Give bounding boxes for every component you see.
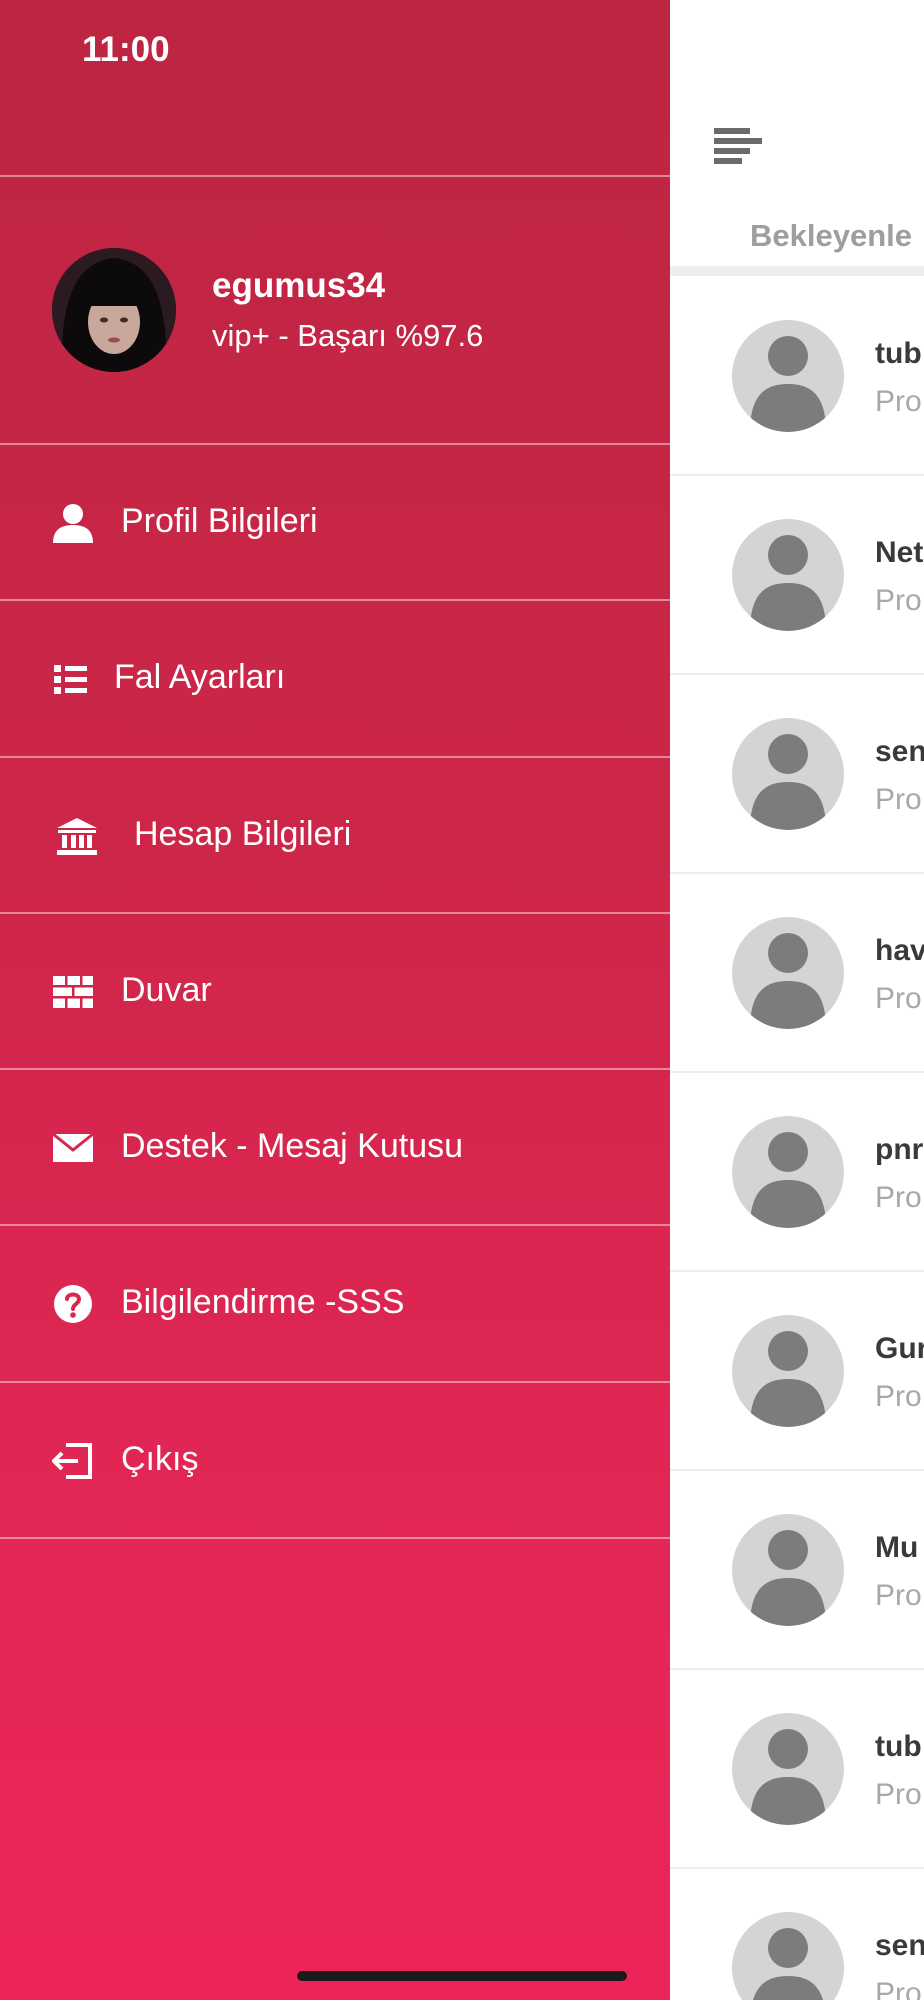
avatar-placeholder-icon	[732, 1315, 844, 1427]
list-item-subtitle: Pro	[875, 1380, 922, 1413]
list-item-subtitle: Pro	[875, 584, 922, 617]
status-bar-time: 11:00	[82, 30, 170, 69]
list-item-subtitle: Pro	[875, 1977, 922, 2000]
list-item[interactable]: tub Pro	[670, 277, 924, 476]
list-item-name: Net	[875, 536, 924, 569]
avatar-placeholder-icon	[732, 1713, 844, 1825]
avatar-placeholder-icon	[732, 917, 844, 1029]
avatar-placeholder-icon	[732, 1912, 844, 2000]
avatar-placeholder-icon	[732, 320, 844, 432]
hamburger-menu-icon[interactable]	[714, 128, 762, 166]
menu-item-info-faq[interactable]: Bilgilendirme -SSS	[0, 1226, 670, 1381]
divider	[0, 175, 670, 177]
tab-waiting[interactable]: Bekleyenle	[750, 218, 912, 254]
list-item[interactable]: sen Pro	[670, 1869, 924, 2000]
profile-status: vip+ - Başarı %97.6	[212, 318, 484, 353]
list-item[interactable]: sen Pro	[670, 675, 924, 874]
avatar-placeholder-icon	[732, 1116, 844, 1228]
menu-item-label: Bilgilendirme -SSS	[121, 1283, 405, 1321]
list-item[interactable]: Mu Pro	[670, 1471, 924, 1670]
list-item-name: Gur	[875, 1332, 924, 1365]
bank-icon	[56, 816, 98, 856]
list-item-subtitle: Pro	[875, 1181, 922, 1214]
menu-item-label: Çıkış	[121, 1440, 199, 1478]
divider	[0, 1537, 670, 1539]
list-item-subtitle: Pro	[875, 982, 922, 1015]
list-item[interactable]: Net Pro	[670, 476, 924, 675]
list-item-name: pnr	[875, 1133, 924, 1166]
menu-item-label: Destek - Mesaj Kutusu	[121, 1127, 464, 1165]
menu-item-label: Fal Ayarları	[114, 658, 286, 696]
sign-out-icon	[52, 1441, 94, 1481]
tab-underline	[670, 266, 924, 276]
menu-item-fortune-settings[interactable]: Fal Ayarları	[0, 601, 670, 756]
menu-item-wall[interactable]: Duvar	[0, 914, 670, 1069]
menu-item-label: Duvar	[121, 971, 212, 1009]
avatar-placeholder-icon	[732, 718, 844, 830]
list-item[interactable]: Gur Pro	[670, 1272, 924, 1471]
menu-item-account[interactable]: Hesap Bilgileri	[0, 758, 670, 913]
list-item-name: tub	[875, 337, 922, 370]
main-content: Bekleyenle tub Pro Net Pro sen Pro hav P…	[670, 0, 924, 2000]
envelope-icon	[52, 1128, 94, 1168]
list-item-name: tub	[875, 1730, 922, 1763]
profile-avatar[interactable]	[52, 248, 176, 372]
avatar-placeholder-icon	[732, 1514, 844, 1626]
list-item-name: sen	[875, 735, 924, 768]
app-screen: Bekleyenle tub Pro Net Pro sen Pro hav P…	[0, 0, 924, 2000]
list-item-subtitle: Pro	[875, 783, 922, 816]
list-item-name: sen	[875, 1929, 924, 1962]
user-icon	[52, 503, 94, 543]
menu-item-support-inbox[interactable]: Destek - Mesaj Kutusu	[0, 1070, 670, 1225]
profile-username: egumus34	[212, 266, 386, 305]
list-item-subtitle: Pro	[875, 1579, 922, 1612]
menu-item-profile[interactable]: Profil Bilgileri	[0, 445, 670, 600]
list-item-name: hav	[875, 934, 924, 967]
list-item[interactable]: pnr Pro	[670, 1073, 924, 1272]
menu-item-label: Hesap Bilgileri	[134, 815, 352, 853]
list-item-subtitle: Pro	[875, 385, 922, 418]
home-indicator[interactable]	[297, 1971, 627, 1981]
menu-item-label: Profil Bilgileri	[121, 502, 318, 540]
navigation-drawer: 11:00 egumus34 vip+ - Başarı %97.6 Profi…	[0, 0, 670, 2000]
list-icon	[52, 659, 94, 699]
list-item-subtitle: Pro	[875, 1778, 922, 1811]
fortune-list: tub Pro Net Pro sen Pro hav Pro pnr Pro …	[670, 277, 924, 2000]
list-item[interactable]: hav Pro	[670, 874, 924, 1073]
wall-icon	[52, 972, 94, 1012]
question-circle-icon	[52, 1284, 94, 1324]
list-item[interactable]: tub Pro	[670, 1670, 924, 1869]
menu-item-logout[interactable]: Çıkış	[0, 1383, 670, 1538]
list-item-name: Mu	[875, 1531, 919, 1564]
avatar-placeholder-icon	[732, 519, 844, 631]
